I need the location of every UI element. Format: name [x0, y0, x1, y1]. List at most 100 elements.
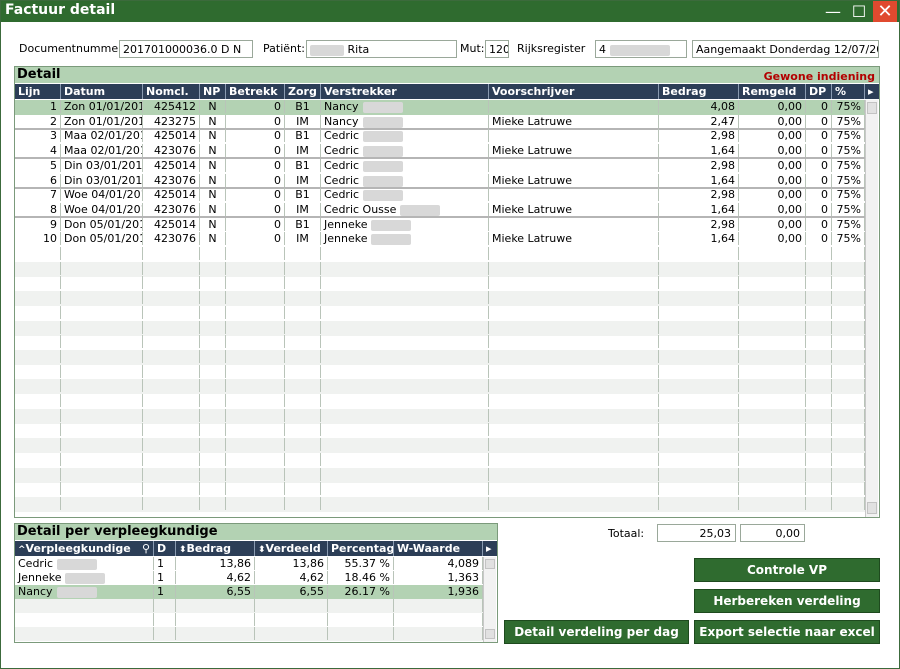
cell-dp: 0: [806, 203, 832, 216]
column-header-bedrag[interactable]: ⬍Bedrag: [176, 541, 255, 556]
column-header-w[interactable]: W-Waarde: [394, 541, 483, 556]
scroll-down-icon[interactable]: [485, 629, 495, 639]
cell-np: [200, 423, 226, 436]
table-row[interactable]: 4Maa 02/01/2017423076N0IMCedricMieke Lat…: [15, 144, 865, 159]
cell-pct: 75%: [832, 232, 865, 245]
table-row[interactable]: 7 Woe 04/01/201 425014 N 0 B1 Cedric 2,98 0,00 0 7…: [15, 188, 865, 203]
table-row[interactable]: Jenneke 1 4,62 4,62 18.46 % 1,363: [15, 571, 483, 585]
cell-zorg: [285, 291, 321, 304]
cell-lijn: [15, 394, 61, 407]
cell-verstrekker: [321, 379, 489, 392]
cell-betrekk: 0: [226, 203, 285, 216]
redacted-name: [56, 586, 97, 598]
redacted-name: [310, 44, 344, 56]
table-row[interactable]: 1Zon 01/01/2017425412N0B1Nancy4,080,0007…: [15, 100, 865, 115]
cell-voorschrijver: [489, 188, 659, 201]
column-header-pct[interactable]: Percentage: [328, 541, 394, 556]
redacted-name: [363, 145, 404, 157]
cell-betrekk: [226, 350, 285, 363]
column-header-bedrag[interactable]: Bedrag: [659, 84, 739, 99]
table-row[interactable]: Nancy 1 6,55 6,55 26.17 % 1,936: [15, 585, 483, 599]
search-icon[interactable]: ⚲: [142, 541, 150, 556]
redacted-name: [363, 189, 404, 201]
sort-icon[interactable]: ⬍: [258, 545, 266, 555]
documentnummer-field[interactable]: 201701000036.0 D N: [119, 40, 253, 58]
column-header-dp[interactable]: DP: [806, 84, 832, 99]
title-bar[interactable]: Factuur detail — ☐ ✕: [1, 1, 899, 22]
cell-bedrag: [659, 247, 739, 260]
column-header-verstrekker[interactable]: Verstrekker: [321, 84, 489, 99]
rijksregister-field[interactable]: 4: [595, 40, 687, 58]
mut-field[interactable]: 120: [485, 40, 509, 58]
cell-verstrekker: Cedric: [321, 159, 489, 172]
column-header-voorschrijver[interactable]: Voorschrijver: [489, 84, 659, 99]
minimize-icon[interactable]: —: [821, 1, 845, 22]
redacted-name: [362, 116, 403, 128]
cell-naam: Jenneke: [15, 571, 154, 584]
herbereken-verdeling-button[interactable]: Herbereken verdeling: [694, 589, 880, 613]
cell-remgeld: [739, 453, 806, 466]
cell-betrekk: [226, 247, 285, 260]
table-row[interactable]: 9Don 05/01/2017425014N0B1Jenneke2,980,00…: [15, 218, 865, 233]
table-row[interactable]: 2Zon 01/01/2017423275N0IMNancyMieke Latr…: [15, 115, 865, 130]
cell-nomcl: 423275: [143, 115, 200, 128]
scroll-up-icon[interactable]: [867, 102, 877, 114]
patient-field[interactable]: Rita: [306, 40, 457, 58]
column-header-betrekk[interactable]: Betrekk: [226, 84, 285, 99]
empty-row: [15, 350, 865, 365]
column-header-datum[interactable]: Datum: [61, 84, 143, 99]
cell-nomcl: [143, 438, 200, 451]
column-header-naam[interactable]: ^Verpleegkundige ⚲: [15, 541, 154, 556]
table-row[interactable]: Cedric 1 13,86 13,86 55.37 % 4,089: [15, 557, 483, 571]
cell-remgeld: [739, 291, 806, 304]
cell-bedrag: [176, 627, 255, 640]
cell-zorg: [285, 350, 321, 363]
column-header-remgeld[interactable]: Remgeld: [739, 84, 806, 99]
table-row[interactable]: 6 Din 03/01/2017 423076 N 0 IM Cedric Mieke Lat…: [15, 174, 865, 189]
window-title: Factuur detail: [5, 2, 116, 18]
cell-dp: 0: [806, 129, 832, 142]
cell-verstrekker: Cedric: [321, 188, 489, 201]
column-header-pct[interactable]: %: [832, 84, 865, 99]
cell-lijn: 2: [15, 115, 61, 128]
cell-dp: 0: [806, 174, 832, 187]
column-header-verdeeld[interactable]: ⬍Verdeeld: [255, 541, 328, 556]
cell-np: [200, 409, 226, 422]
export-excel-button[interactable]: Export selectie naar excel: [694, 620, 880, 644]
cell-verstrekker: [321, 306, 489, 319]
column-header-np[interactable]: NP: [200, 84, 226, 99]
cell-datum: [61, 423, 143, 436]
controle-vp-button[interactable]: Controle VP: [694, 558, 880, 582]
cell-bedrag: 13,86: [176, 557, 255, 570]
table-row[interactable]: 8 Woe 04/01/201 423076 N 0 IM Cedric Ousse Miek…: [15, 203, 865, 218]
sort-icon[interactable]: ^: [18, 545, 26, 555]
sort-icon[interactable]: ⬍: [179, 545, 187, 555]
cell-remgeld: [739, 379, 806, 392]
column-header-lijn[interactable]: Lijn: [15, 84, 61, 99]
cell-dp: 0: [806, 232, 832, 245]
detail-scrollbar[interactable]: [865, 100, 878, 517]
close-icon[interactable]: ✕: [873, 1, 897, 22]
cell-dp: [806, 438, 832, 451]
scroll-up-icon[interactable]: [485, 559, 495, 569]
table-row[interactable]: 5 Din 03/01/2017 425014 N 0 B1 Cedric 2,98 0,00 0…: [15, 159, 865, 174]
cell-zorg: [285, 335, 321, 348]
column-header-zorg[interactable]: Zorg: [285, 84, 321, 99]
cell-np: [200, 438, 226, 451]
column-header-nomcl[interactable]: Nomcl.: [143, 84, 200, 99]
cell-zorg: IM: [285, 144, 321, 157]
column-header-d[interactable]: D: [154, 541, 176, 556]
cell-nomcl: [143, 482, 200, 495]
cell-nomcl: [143, 276, 200, 289]
cell-betrekk: [226, 423, 285, 436]
table-row[interactable]: 3Maa 02/01/2017425014N0B1Cedric2,980,000…: [15, 129, 865, 144]
cell-np: [200, 453, 226, 466]
scroll-down-icon[interactable]: [867, 502, 877, 514]
maximize-icon[interactable]: ☐: [847, 1, 871, 22]
table-row[interactable]: 10Don 05/01/2017423076N0IMJennekeMieke L…: [15, 232, 865, 247]
column-chooser-icon[interactable]: ▸: [865, 84, 879, 99]
cell-dp: [806, 335, 832, 348]
column-chooser-icon[interactable]: ▸: [483, 541, 497, 556]
detail-verdeling-button[interactable]: Detail verdeling per dag: [504, 620, 689, 644]
verpleeg-scrollbar[interactable]: [483, 557, 496, 642]
